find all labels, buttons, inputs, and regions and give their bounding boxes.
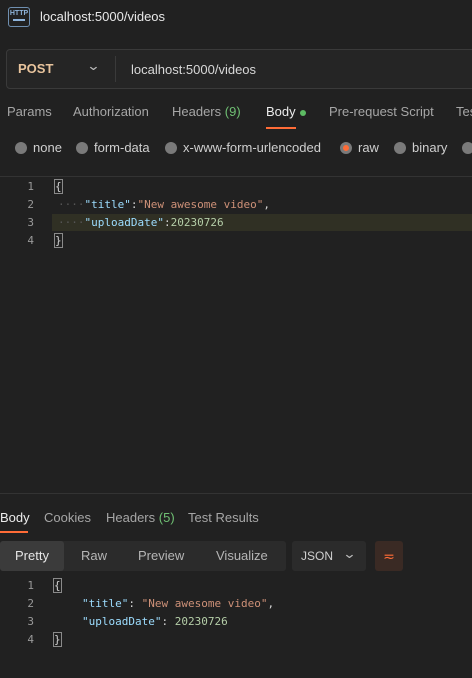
format-label: JSON <box>301 549 334 563</box>
line-number: 4 <box>27 633 34 646</box>
view-pretty-button[interactable]: Pretty <box>15 548 49 563</box>
http-file-icon: HTTP <box>8 7 30 27</box>
code-line[interactable]: } <box>54 233 63 248</box>
radio-form-data[interactable]: form-data <box>76 140 150 155</box>
divider <box>0 176 472 177</box>
code-line[interactable]: { <box>54 179 63 194</box>
tab-params[interactable]: Params <box>7 104 52 119</box>
tab-body[interactable]: Body <box>266 104 306 119</box>
line-number: 2 <box>27 198 34 211</box>
view-visualize-button[interactable]: Visualize <box>216 548 268 563</box>
active-tab-indicator <box>266 127 296 129</box>
status-dot-icon <box>299 109 306 116</box>
tab-pre-request-script[interactable]: Pre-request Script <box>329 104 434 119</box>
radio-icon <box>76 142 88 154</box>
radio-selected-icon <box>340 142 352 154</box>
line-number: 3 <box>27 216 34 229</box>
code-line[interactable]: ····"title":"New awesome video", <box>58 198 270 211</box>
http-icon-label: HTTP <box>9 10 29 17</box>
url-input[interactable] <box>123 58 469 80</box>
format-select[interactable]: JSON ⌄ <box>292 541 366 571</box>
radio-icon <box>462 142 472 154</box>
view-raw-button[interactable]: Raw <box>81 548 107 563</box>
active-tab-indicator <box>0 531 28 533</box>
divider <box>115 56 116 82</box>
radio-binary[interactable]: binary <box>394 140 447 155</box>
line-number: 2 <box>27 597 34 610</box>
radio-none[interactable]: none <box>15 140 62 155</box>
code-line[interactable]: "uploadDate": 20230726 <box>82 615 228 628</box>
chevron-down-icon: ⌄ <box>342 546 357 561</box>
radio-x-www-form-urlencoded[interactable]: x-www-form-urlencoded <box>165 140 321 155</box>
method-select-label[interactable]: POST <box>18 61 53 76</box>
code-line[interactable]: "title": "New awesome video", <box>82 597 274 610</box>
response-tab-body[interactable]: Body <box>0 510 30 525</box>
radio-icon <box>15 142 27 154</box>
response-tab-headers[interactable]: Headers (5) <box>106 510 175 525</box>
radio-graphql[interactable] <box>462 140 472 155</box>
headers-count: (9) <box>224 104 241 119</box>
chevron-down-icon[interactable]: ⌄ <box>86 58 100 74</box>
response-tab-cookies[interactable]: Cookies <box>44 510 91 525</box>
view-preview-button[interactable]: Preview <box>138 548 184 563</box>
wrap-lines-icon[interactable]: ≂ <box>375 541 403 571</box>
pane-splitter[interactable] <box>0 493 472 494</box>
tab-headers[interactable]: Headers (9) <box>172 104 241 119</box>
code-line[interactable]: { <box>53 578 62 593</box>
code-line[interactable]: ····"uploadDate":20230726 <box>58 216 224 229</box>
code-line[interactable]: } <box>53 632 62 647</box>
line-number: 4 <box>27 234 34 247</box>
line-number: 1 <box>27 180 34 193</box>
line-number: 3 <box>27 615 34 628</box>
tab-authorization[interactable]: Authorization <box>73 104 149 119</box>
radio-raw[interactable]: raw <box>340 140 379 155</box>
response-tab-test-results[interactable]: Test Results <box>188 510 259 525</box>
radio-icon <box>394 142 406 154</box>
tab-tests[interactable]: Tes <box>456 104 472 119</box>
headers-count: (5) <box>158 510 175 525</box>
request-title[interactable]: localhost:5000/videos <box>40 9 165 24</box>
radio-icon <box>165 142 177 154</box>
line-number: 1 <box>27 579 34 592</box>
